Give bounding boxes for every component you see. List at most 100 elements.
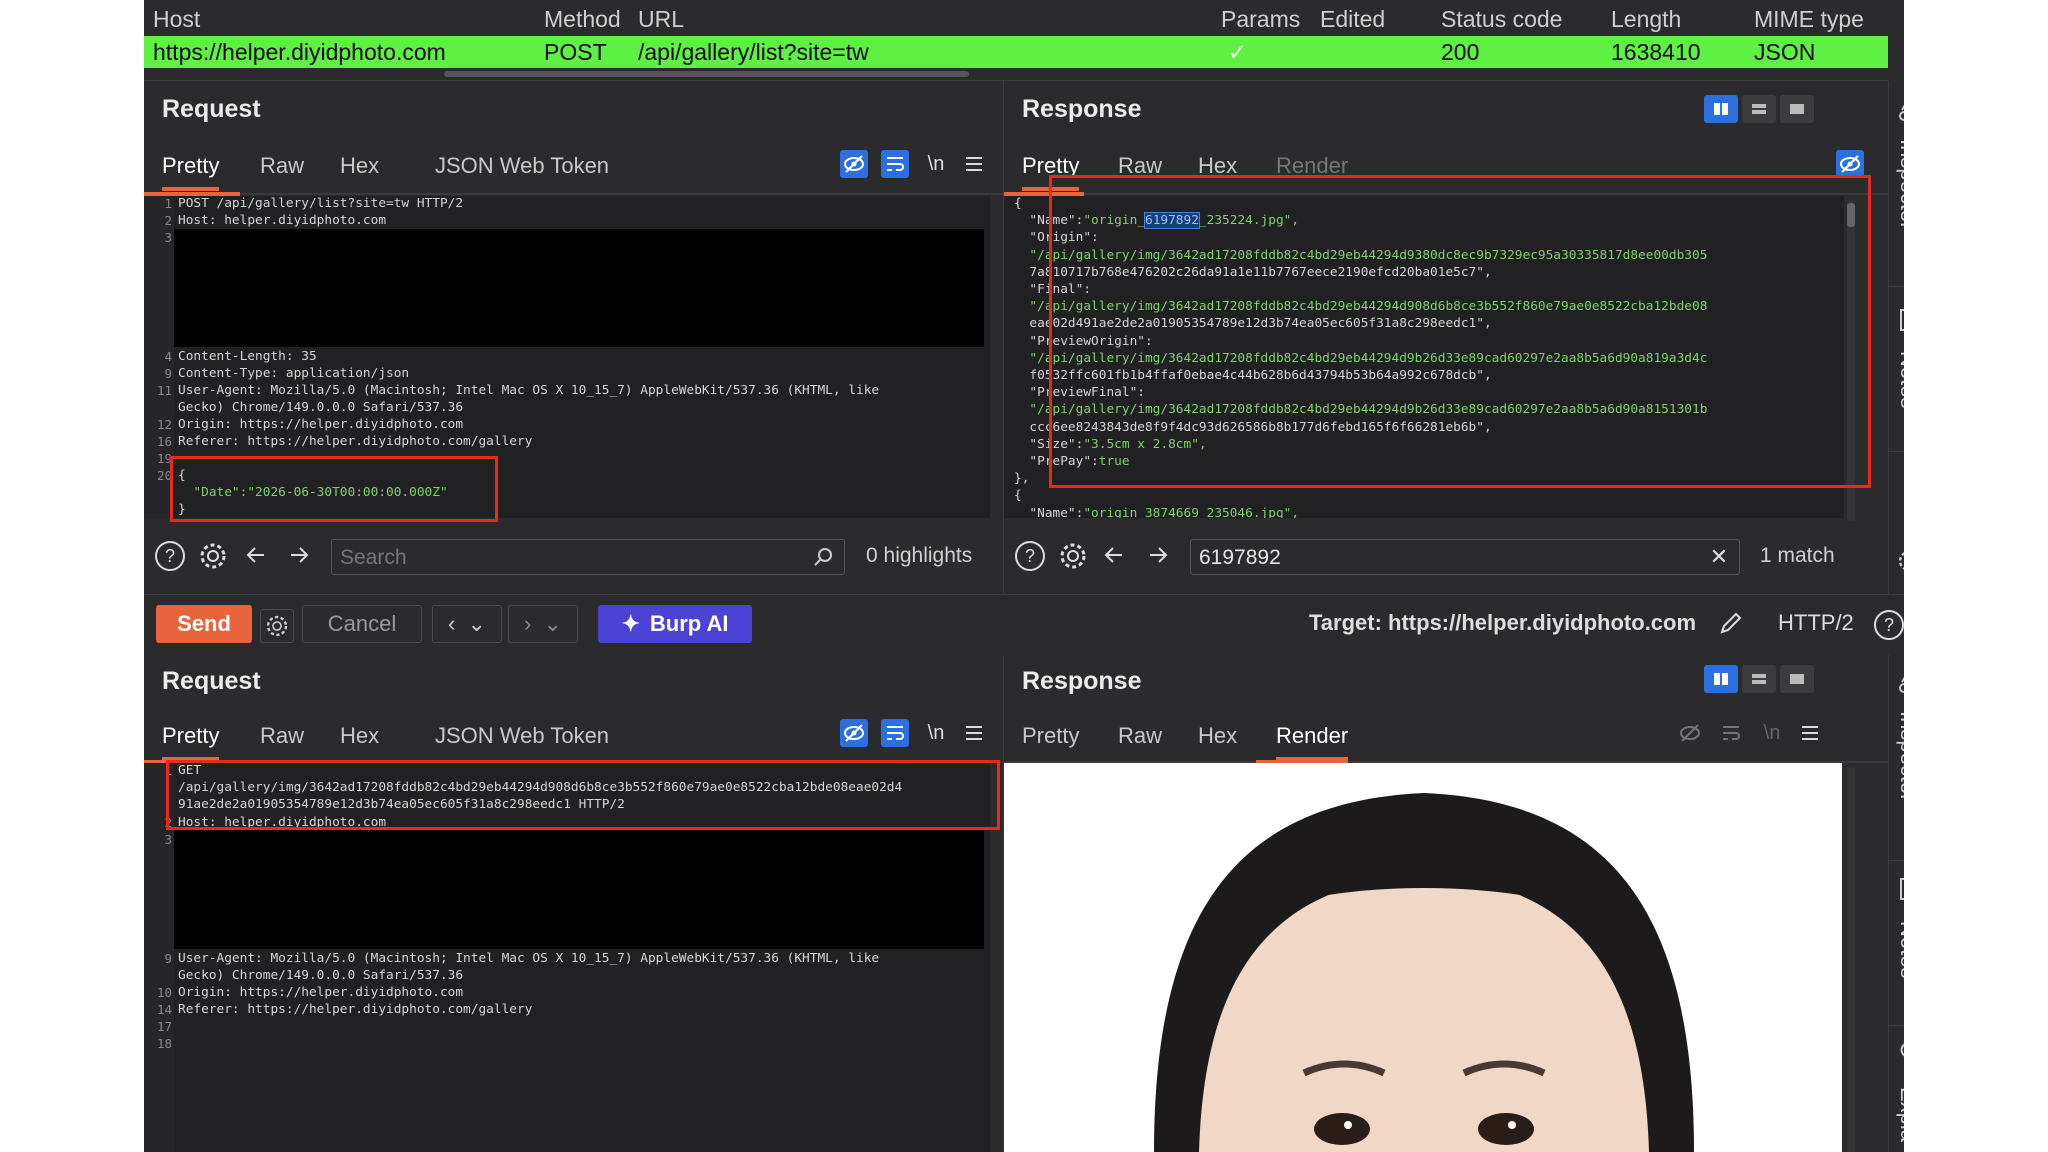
search-input[interactable]: Search — [331, 539, 845, 575]
wrap-lines-icon[interactable] — [881, 150, 909, 178]
layout-stack-icon[interactable] — [1742, 665, 1776, 693]
tab-json-web-token[interactable]: JSON Web Token — [435, 723, 609, 757]
col-host[interactable]: Host — [153, 6, 200, 33]
settings-gear-icon[interactable] — [1056, 539, 1090, 573]
http-version[interactable]: HTTP/2 — [1778, 610, 1854, 636]
arrow-right-icon[interactable] — [285, 541, 313, 569]
target-label: Target: https://helper.diyidphoto.com — [1309, 610, 1697, 635]
row-host: https://helper.diyidphoto.com — [153, 39, 446, 65]
arrow-left-icon[interactable] — [242, 541, 270, 569]
inspector-icon[interactable] — [1895, 99, 1904, 127]
tab-pretty[interactable]: Pretty — [1022, 723, 1079, 757]
lightbulb-icon[interactable] — [1895, 1040, 1904, 1068]
sidebar-tab-notes[interactable]: Notes — [1895, 351, 1904, 408]
tab-hex[interactable]: Hex — [1198, 723, 1237, 757]
hide-eye-icon[interactable] — [1836, 150, 1864, 178]
annotation-json-box — [1049, 175, 1871, 488]
col-length[interactable]: Length — [1611, 6, 1681, 33]
menu-icon[interactable] — [960, 150, 988, 178]
clear-icon[interactable]: ✕ — [1705, 543, 1733, 571]
code-line: Referer: https://helper.diyidphoto.com/g… — [178, 434, 533, 449]
search-input[interactable]: 6197892 ✕ — [1190, 539, 1740, 575]
line-number: 19 — [156, 451, 172, 466]
layout-stack-icon[interactable] — [1742, 95, 1776, 123]
render-scrollbar[interactable] — [1847, 767, 1855, 1152]
edit-pencil-icon[interactable] — [1717, 609, 1745, 637]
code-line: Host: helper.diyidphoto.com — [178, 213, 387, 229]
tab-pretty[interactable]: Pretty — [162, 153, 220, 191]
tab-raw[interactable]: Raw — [260, 723, 304, 757]
col-method[interactable]: Method — [544, 6, 621, 33]
layout-single-icon[interactable] — [1780, 665, 1814, 693]
code-line: Gecko) Chrome/149.0.0.0 Safari/537.36 — [178, 968, 464, 983]
notes-icon[interactable] — [1895, 306, 1904, 334]
row-length: 1638410 — [1611, 39, 1701, 65]
newline-icon[interactable]: \n — [922, 150, 950, 178]
history-forward-button[interactable]: › ⌄ — [508, 605, 578, 643]
arrow-left-icon[interactable] — [1100, 541, 1128, 569]
code-line: Gecko) Chrome/149.0.0.0 Safari/537.36 — [178, 400, 464, 415]
burp-ai-button[interactable]: ✦ Burp AI — [598, 605, 752, 643]
line-number: 12 — [156, 417, 172, 432]
code-line: Content-Type: application/json — [178, 366, 410, 381]
col-url[interactable]: URL — [638, 6, 684, 33]
wrap-lines-icon — [1717, 719, 1745, 747]
tab-raw[interactable]: Raw — [1118, 723, 1162, 757]
wrap-lines-icon[interactable] — [881, 719, 909, 747]
bottom-right-sidebar: Inspector Notes Expla — [1888, 655, 1904, 1152]
col-status[interactable]: Status code — [1441, 6, 1562, 33]
tab-json-web-token[interactable]: JSON Web Token — [435, 153, 609, 187]
burp-ai-label: Burp AI — [649, 611, 729, 636]
line-number: 10 — [156, 985, 172, 1000]
hide-eye-icon[interactable] — [840, 719, 868, 747]
cancel-button[interactable]: Cancel — [302, 605, 422, 643]
tab-raw[interactable]: Raw — [260, 153, 304, 187]
arrow-right-icon[interactable] — [1144, 541, 1172, 569]
send-settings-gear-icon[interactable] — [260, 609, 294, 643]
sidebar-tab-inspector[interactable]: Inspector — [1895, 139, 1904, 230]
menu-icon[interactable] — [1796, 719, 1824, 747]
svg-text:?: ? — [1884, 615, 1894, 635]
repeater-toolbar: Send Cancel ‹ ⌄ › ⌄ ✦ Burp AI Target: htt… — [144, 594, 1904, 656]
newline-icon[interactable]: \n — [922, 719, 950, 747]
line-number: 16 — [156, 434, 172, 449]
tab-hex[interactable]: Hex — [340, 153, 379, 187]
menu-icon[interactable] — [960, 719, 988, 747]
highlights-count: 0 highlights — [866, 544, 973, 567]
request-title: Request — [162, 95, 261, 123]
settings-gear-icon[interactable] — [196, 539, 230, 573]
hide-eye-icon[interactable] — [840, 150, 868, 178]
sidebar-tab-inspector[interactable]: Inspector — [1895, 711, 1904, 802]
tab-render[interactable]: Render — [1276, 723, 1349, 761]
layout-toggle[interactable] — [1704, 95, 1814, 123]
tab-hex[interactable]: Hex — [340, 723, 379, 757]
sidebar-tab-notes[interactable]: Notes — [1895, 921, 1904, 978]
layout-split-icon[interactable] — [1704, 665, 1738, 693]
line-number: 9 — [164, 366, 172, 381]
redacted-cookie-block — [174, 830, 984, 949]
code-line: Content-Length: 35 — [178, 349, 317, 364]
help-icon[interactable]: ? — [1872, 608, 1904, 642]
help-icon[interactable]: ? — [1013, 539, 1047, 573]
notes-icon[interactable] — [1895, 875, 1904, 903]
line-number: 4 — [164, 349, 172, 364]
search-placeholder: Search — [340, 546, 407, 569]
sidebar-settings-gear-icon[interactable] — [1895, 547, 1904, 575]
tab-pretty[interactable]: Pretty — [162, 723, 220, 761]
col-mime[interactable]: MIME type — [1754, 6, 1864, 33]
sidebar-tab-explain[interactable]: Expla — [1895, 1087, 1904, 1142]
help-icon[interactable]: ? — [153, 539, 187, 573]
send-button[interactable]: Send — [156, 605, 252, 643]
layout-single-icon[interactable] — [1780, 95, 1814, 123]
layout-split-icon[interactable] — [1704, 95, 1738, 123]
inspector-icon[interactable] — [1895, 671, 1904, 699]
request-title: Request — [162, 667, 261, 695]
table-row[interactable]: https://helper.diyidphoto.com POST /api/… — [144, 36, 1888, 68]
line-number: 2 — [164, 213, 172, 229]
col-params[interactable]: Params — [1221, 6, 1300, 33]
history-back-button[interactable]: ‹ ⌄ — [432, 605, 502, 643]
col-edited[interactable]: Edited — [1320, 6, 1385, 33]
layout-toggle[interactable] — [1704, 665, 1814, 693]
line-number: 17 — [156, 1019, 172, 1034]
history-scrollbar[interactable] — [144, 68, 1888, 80]
